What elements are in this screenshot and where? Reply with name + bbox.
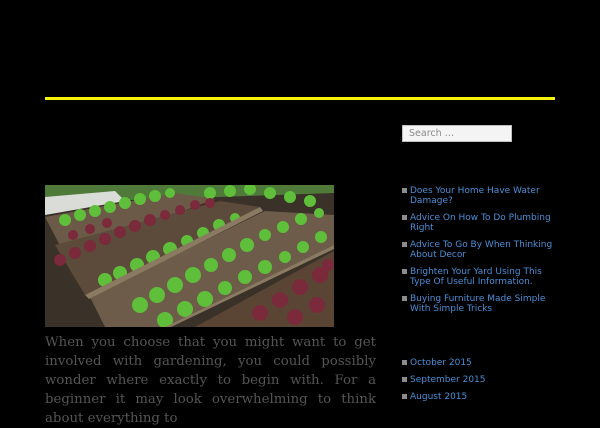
search-input[interactable] bbox=[402, 125, 512, 142]
post-excerpt: When you choose that you might want to g… bbox=[45, 335, 376, 426]
list-item: Brighten Your Yard Using This Type Of Us… bbox=[402, 267, 560, 287]
bullet-icon bbox=[402, 296, 407, 301]
archive-link[interactable]: August 2015 bbox=[410, 392, 467, 402]
bullet-icon bbox=[402, 360, 407, 365]
recent-post-link[interactable]: Advice On How To Do Plumbing Right bbox=[410, 213, 551, 233]
list-item: Advice To Go By When Thinking About Deco… bbox=[402, 240, 560, 260]
bullet-icon bbox=[402, 215, 407, 220]
list-item: Advice On How To Do Plumbing Right bbox=[402, 213, 560, 233]
featured-image[interactable] bbox=[45, 185, 334, 327]
recent-post-link[interactable]: Advice To Go By When Thinking About Deco… bbox=[410, 240, 552, 260]
bullet-icon bbox=[402, 394, 407, 399]
header-divider bbox=[45, 97, 555, 100]
list-item: Buying Furniture Made Simple With Simple… bbox=[402, 294, 560, 314]
recent-posts-list: Does Your Home Have Water Damage? Advice… bbox=[402, 186, 560, 321]
list-item: October 2015 bbox=[402, 358, 560, 368]
recent-post-link[interactable]: Does Your Home Have Water Damage? bbox=[410, 186, 540, 206]
bullet-icon bbox=[402, 188, 407, 193]
recent-post-link[interactable]: Brighten Your Yard Using This Type Of Us… bbox=[410, 267, 542, 287]
list-item: Does Your Home Have Water Damage? bbox=[402, 186, 560, 206]
bullet-icon bbox=[402, 377, 407, 382]
archive-link[interactable]: October 2015 bbox=[410, 358, 472, 368]
list-item: September 2015 bbox=[402, 375, 560, 385]
archive-link[interactable]: September 2015 bbox=[410, 375, 486, 385]
recent-post-link[interactable]: Buying Furniture Made Simple With Simple… bbox=[410, 294, 545, 314]
archives-list: October 2015 September 2015 August 2015 bbox=[402, 358, 560, 409]
list-item: August 2015 bbox=[402, 392, 560, 402]
bullet-icon bbox=[402, 269, 407, 274]
bullet-icon bbox=[402, 242, 407, 247]
